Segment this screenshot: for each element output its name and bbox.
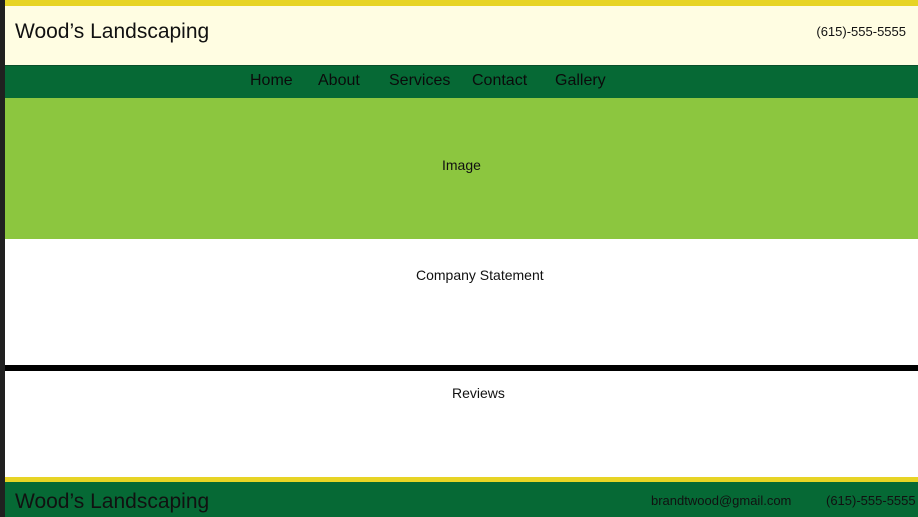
nav-item-gallery[interactable]: Gallery xyxy=(555,72,606,90)
nav-item-services[interactable]: Services xyxy=(389,72,450,90)
nav-item-contact[interactable]: Contact xyxy=(472,72,527,90)
site-header: Wood’s Landscaping (615)-555-5555 xyxy=(5,6,918,65)
company-statement-label: Company Statement xyxy=(416,267,544,283)
footer-brand[interactable]: Wood’s Landscaping xyxy=(15,490,209,514)
nav-item-home[interactable]: Home xyxy=(250,72,293,90)
page-canvas: Wood’s Landscaping (615)-555-5555 Home A… xyxy=(5,0,918,517)
footer-email-link[interactable]: brandtwood@gmail.com xyxy=(651,493,791,508)
site-footer: Wood’s Landscaping brandtwood@gmail.com … xyxy=(5,482,918,517)
reviews-label: Reviews xyxy=(452,385,505,401)
app-frame: Wood’s Landscaping (615)-555-5555 Home A… xyxy=(0,0,918,517)
footer-phone[interactable]: (615)-555-5555 xyxy=(826,493,916,508)
main-nav: Home About Services Contact Gallery xyxy=(5,65,918,98)
reviews-section: Reviews xyxy=(5,371,918,477)
site-brand[interactable]: Wood’s Landscaping xyxy=(15,20,209,44)
company-statement-section: Company Statement xyxy=(5,239,918,365)
nav-item-about[interactable]: About xyxy=(318,72,360,90)
hero-label: Image xyxy=(442,157,481,173)
header-phone[interactable]: (615)-555-5555 xyxy=(816,24,906,39)
hero-image-placeholder: Image xyxy=(5,98,918,239)
